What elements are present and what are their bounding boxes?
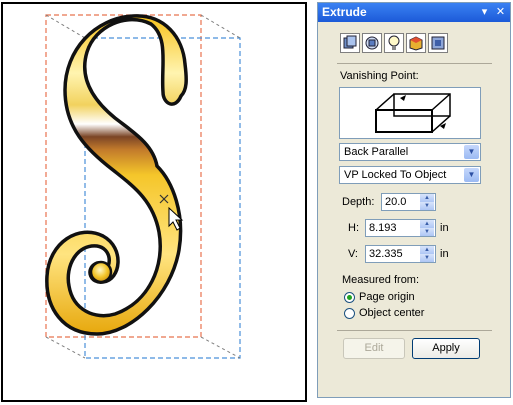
increment-arrow-icon[interactable]: ▲ xyxy=(420,220,434,228)
depth-line xyxy=(200,336,241,359)
close-icon[interactable]: ✕ xyxy=(494,6,507,19)
v-value: 32.335 xyxy=(369,248,403,260)
docker-title-bar[interactable]: Extrude ▾ ✕ xyxy=(318,3,510,22)
divider xyxy=(337,63,492,64)
v-spinbox[interactable]: 32.335 ▲ ▼ xyxy=(365,245,436,263)
vp-lock-dropdown[interactable]: VP Locked To Object ▼ xyxy=(339,166,481,184)
divider xyxy=(337,330,492,331)
radio-object-center[interactable] xyxy=(344,308,355,319)
increment-arrow-icon[interactable]: ▲ xyxy=(420,194,434,202)
color-icon[interactable] xyxy=(406,33,426,53)
letter-s-shape[interactable] xyxy=(45,14,188,336)
radio-page-origin-label[interactable]: Page origin xyxy=(359,291,415,303)
increment-arrow-icon[interactable]: ▲ xyxy=(420,246,434,254)
extruded-s-artwork[interactable] xyxy=(3,4,305,400)
decrement-arrow-icon[interactable]: ▼ xyxy=(420,228,434,236)
radio-object-center-label[interactable]: Object center xyxy=(359,307,424,319)
extrusion-type-value: Back Parallel xyxy=(344,146,409,158)
extrude-docker: Extrude ▾ ✕ Vanishing Point: Back Parall… xyxy=(317,2,511,398)
chevron-down-icon[interactable]: ▼ xyxy=(464,168,479,182)
chevron-down-icon[interactable]: ▼ xyxy=(464,145,479,159)
extrusion-box-icon xyxy=(375,93,451,133)
preset-icon[interactable] xyxy=(340,33,360,53)
pin-icon[interactable]: ▾ xyxy=(478,6,491,19)
h-unit: in xyxy=(440,222,449,234)
depth-label: Depth: xyxy=(342,196,375,208)
radio-page-origin[interactable] xyxy=(344,292,355,303)
measured-from-label: Measured from: xyxy=(342,274,420,286)
h-label: H: xyxy=(348,222,359,234)
bevel-icon[interactable] xyxy=(428,33,448,53)
lighting-bulb-icon[interactable] xyxy=(384,33,404,53)
vp-lock-value: VP Locked To Object xyxy=(344,169,447,181)
h-value: 8.193 xyxy=(369,222,397,234)
spiral-center xyxy=(89,260,113,284)
vanishing-point-label: Vanishing Point: xyxy=(340,70,419,82)
edit-button[interactable]: Edit xyxy=(343,338,405,359)
v-label: V: xyxy=(348,248,358,260)
extrusion-type-dropdown[interactable]: Back Parallel ▼ xyxy=(339,143,481,161)
drawing-canvas[interactable] xyxy=(1,2,307,402)
docker-title: Extrude xyxy=(322,5,367,19)
depth-spinbox[interactable]: 20.0 ▲ ▼ xyxy=(381,193,436,211)
depth-value: 20.0 xyxy=(385,196,407,208)
depth-line xyxy=(45,14,86,39)
apply-button[interactable]: Apply xyxy=(412,338,480,359)
decrement-arrow-icon[interactable]: ▼ xyxy=(420,202,434,210)
extrude-rotation-icon[interactable] xyxy=(362,33,382,53)
depth-line xyxy=(200,14,241,39)
vanishing-point-preview xyxy=(339,87,481,139)
decrement-arrow-icon[interactable]: ▼ xyxy=(420,254,434,262)
v-unit: in xyxy=(440,248,449,260)
h-spinbox[interactable]: 8.193 ▲ ▼ xyxy=(365,219,436,237)
depth-line xyxy=(45,336,86,359)
